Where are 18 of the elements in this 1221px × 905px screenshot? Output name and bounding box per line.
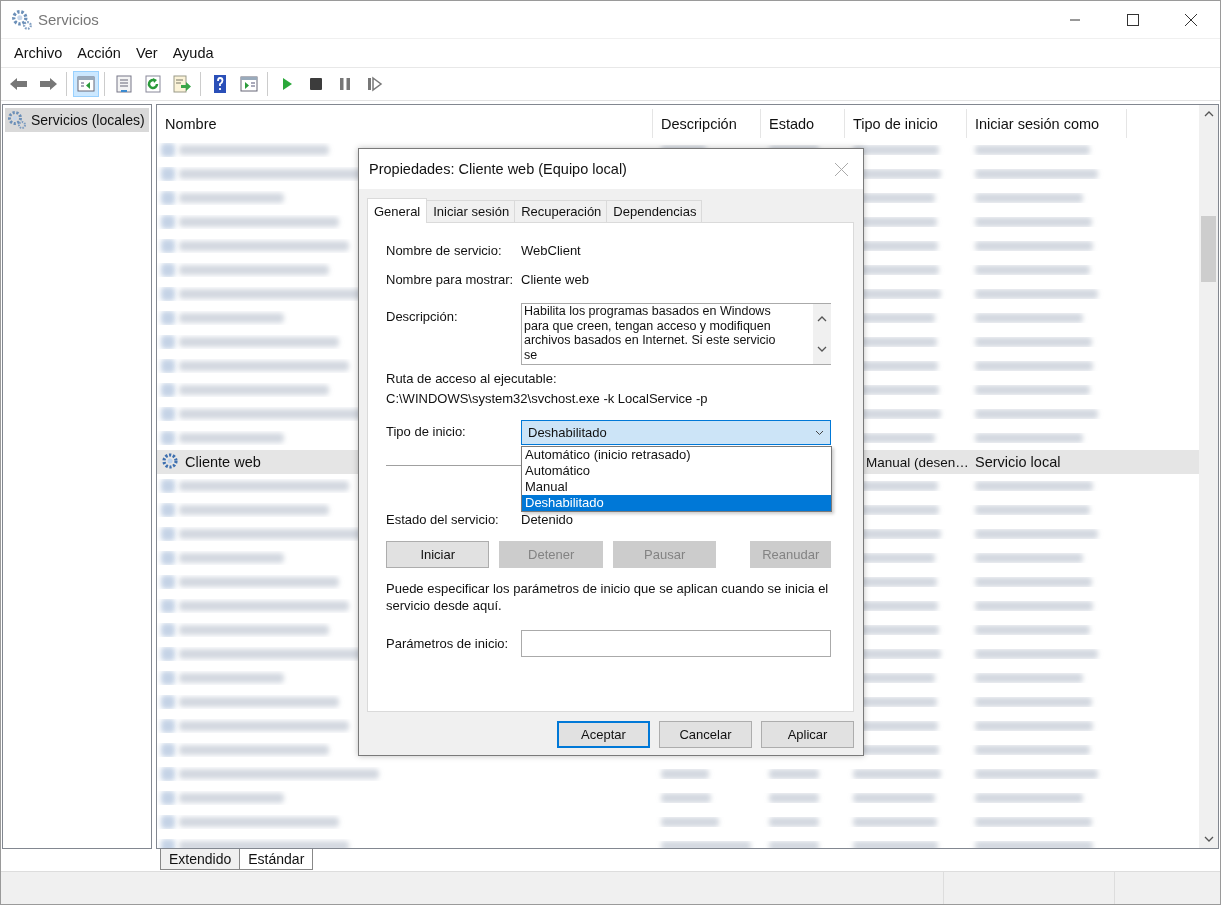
- field-label: Ruta de acceso al ejecutable:: [386, 371, 558, 386]
- field-value: WebClient: [521, 243, 581, 258]
- field-value: Cliente web: [521, 272, 589, 287]
- dialog-title: Propiedades: Cliente web (Equipo local): [369, 161, 627, 177]
- field-label: Nombre para mostrar:: [386, 272, 515, 287]
- field-label: Descripción:: [386, 309, 459, 324]
- field-label: Estado del servicio:: [386, 512, 500, 527]
- field-value: Detenido: [521, 512, 574, 527]
- field-label: Parámetros de inicio:: [386, 636, 510, 651]
- table-cell: Cliente web: [185, 454, 261, 470]
- table-cell: Servicio local: [975, 454, 1061, 470]
- field-label: Tipo de inicio:: [386, 424, 467, 439]
- path-value: C:\WINDOWS\system32\svchost.exe -k LocalService -p: [386, 391, 709, 406]
- hint-text: Puede especificar los parámetros de inicio que se aplican cuando se inicia el servicio desde aquí.: [386, 580, 830, 614]
- tree-label: Servicios (locales): [31, 112, 145, 128]
- window-title: Servicios: [38, 11, 99, 28]
- field-label: Nombre de servicio:: [386, 243, 503, 258]
- table-cell: Manual (desen…: [866, 454, 969, 470]
